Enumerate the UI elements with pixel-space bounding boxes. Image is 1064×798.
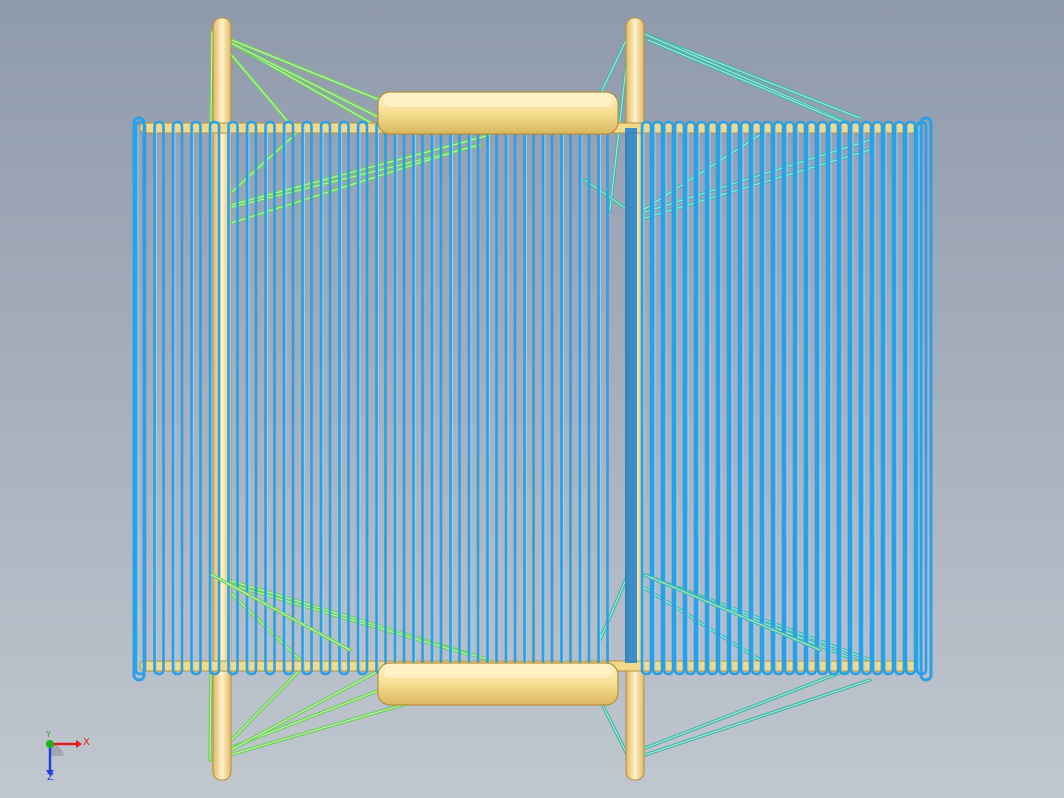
coil-loop-1 [153, 120, 165, 676]
coil-loop-50 [904, 120, 917, 676]
coil-loop-39 [783, 120, 796, 676]
z-axis-label: Z [47, 772, 54, 783]
coil-loop-45 [849, 120, 862, 676]
coil-loop-37 [761, 120, 774, 676]
strut-green-2-highlight [224, 39, 381, 119]
coil-loop-40 [794, 120, 807, 676]
coil-loop-24 [578, 120, 591, 676]
strut-green-15-highlight [211, 669, 381, 761]
coil-loop-48 [882, 120, 895, 676]
coil-loop-31 [695, 120, 708, 676]
coil-loop-38 [772, 120, 785, 676]
y-axis-label: Y [46, 730, 51, 739]
coil-loop-2 [171, 120, 184, 676]
coil-loop-47 [871, 120, 884, 676]
coil-loop-34 [728, 120, 741, 676]
coil-loop-13 [375, 120, 387, 676]
clamp-pad-highlight-1 [384, 668, 612, 678]
coil-loop-49 [893, 120, 906, 676]
coil-loop-46 [860, 120, 873, 676]
strut-teal-14-highlight [639, 664, 861, 751]
coil-end-left [132, 116, 146, 682]
model-view[interactable] [0, 0, 1064, 798]
strut-teal-6-highlight [644, 149, 871, 219]
coil-loop-20 [504, 120, 517, 676]
coil-loop-17 [449, 120, 461, 676]
coil-loop-10 [319, 120, 332, 676]
coil-loop-11 [338, 120, 350, 676]
coil-loop-15 [412, 120, 424, 676]
strut-green-7-highlight [224, 149, 461, 226]
coil-loop-36 [750, 120, 763, 676]
coil-loop-12 [356, 120, 369, 676]
coil-loop-18 [467, 120, 480, 676]
coil-loop-3 [190, 120, 202, 676]
coil-loop-23 [560, 120, 572, 676]
coil-loop-33 [717, 120, 730, 676]
coil-loop-43 [827, 120, 840, 676]
cad-viewport[interactable]: X Y Z [0, 0, 1064, 798]
coil-loop-35 [739, 120, 752, 676]
strut-green-0-highlight [211, 31, 381, 101]
coil-loop-9 [301, 120, 313, 676]
y-axis-dot [46, 740, 54, 748]
coil-loop-25 [597, 120, 609, 676]
coil-loop-32 [706, 120, 719, 676]
coil-loop-42 [816, 120, 829, 676]
coil-center-bar [625, 128, 637, 663]
coil-loop-16 [430, 120, 443, 676]
coil-loop-14 [393, 120, 406, 676]
clamp-pad-highlight-0 [384, 97, 612, 107]
coil-loop-21 [523, 120, 535, 676]
coil-loop-22 [541, 120, 554, 676]
coil-loop-19 [486, 120, 498, 676]
axis-triad: X Y Z [40, 730, 100, 783]
x-axis-label: X [83, 737, 90, 748]
strut-teal-5-highlight [644, 139, 871, 213]
x-axis-arrowhead [76, 740, 82, 748]
coil-loop-44 [838, 120, 851, 676]
coil-loop-41 [805, 120, 818, 676]
strut-teal-13-highlight [629, 679, 871, 761]
strut-teal-2-highlight [647, 39, 851, 126]
